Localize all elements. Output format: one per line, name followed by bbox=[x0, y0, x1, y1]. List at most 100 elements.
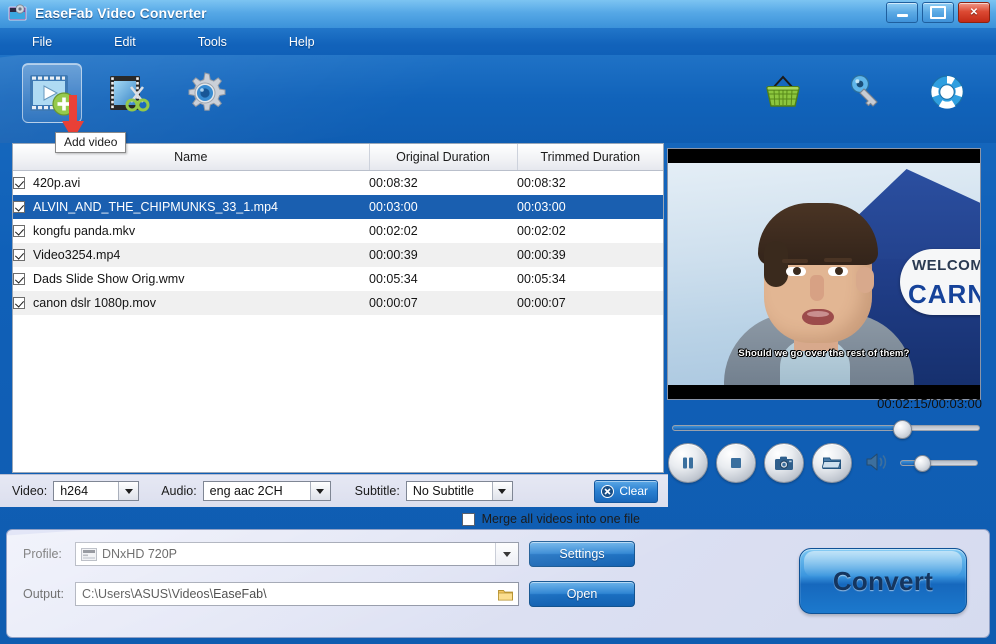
profile-label: Profile: bbox=[23, 547, 62, 561]
volume-button[interactable] bbox=[864, 450, 892, 476]
file-original-duration: 00:05:34 bbox=[369, 267, 517, 291]
audio-select[interactable]: eng aac 2CH bbox=[202, 481, 331, 501]
preview-person-nose bbox=[810, 275, 824, 301]
add-video-tooltip: Add video bbox=[55, 132, 127, 153]
file-name: kongfu panda.mkv bbox=[33, 224, 136, 238]
toolbar bbox=[0, 55, 996, 143]
menu-item-help[interactable]: Help bbox=[279, 32, 325, 52]
gear-icon bbox=[188, 72, 226, 111]
file-name: Video3254.mp4 bbox=[33, 248, 121, 262]
table-row[interactable]: Video3254.mp4 00:00:39 00:00:39 bbox=[13, 243, 663, 267]
bottom-panel: Profile: DNxHD 720P Settings Output: C:\… bbox=[6, 529, 990, 638]
file-list[interactable]: Name Original Duration Trimmed Duration … bbox=[12, 143, 664, 473]
file-original-duration: 00:00:39 bbox=[369, 243, 517, 267]
file-original-duration: 00:03:00 bbox=[369, 195, 517, 219]
minimize-button[interactable] bbox=[886, 2, 918, 23]
output-row: Output: C:\Users\ASUS\Videos\EaseFab\ Op… bbox=[23, 581, 635, 607]
stop-icon bbox=[731, 458, 741, 468]
stream-selector-bar: Video: h264 Audio: eng aac 2CH Subtitle:… bbox=[0, 474, 668, 507]
settings-button[interactable] bbox=[176, 64, 234, 122]
output-path-value: C:\Users\ASUS\Videos\EaseFab\ bbox=[82, 587, 267, 601]
table-row[interactable]: canon dslr 1080p.mov 00:00:07 00:00:07 bbox=[13, 291, 663, 315]
pause-button[interactable] bbox=[668, 443, 708, 483]
video-select[interactable]: h264 bbox=[53, 481, 140, 501]
chevron-down-icon bbox=[309, 482, 330, 500]
row-checkbox[interactable] bbox=[13, 225, 25, 237]
file-trimmed-duration: 00:02:02 bbox=[517, 219, 663, 243]
file-original-duration: 00:08:32 bbox=[369, 170, 517, 195]
volume-handle[interactable] bbox=[914, 455, 931, 472]
camera-icon bbox=[775, 456, 793, 470]
menu-bar: File Edit Tools Help bbox=[0, 28, 996, 56]
speaker-icon bbox=[866, 453, 887, 471]
row-checkbox[interactable] bbox=[13, 201, 25, 213]
register-button[interactable] bbox=[842, 69, 888, 115]
preview-subtitle-text: Should we go over the rest of them? bbox=[738, 348, 910, 359]
window-controls: ✕ bbox=[886, 2, 990, 23]
sign-line-2: CARNIVAL bbox=[908, 279, 980, 309]
subtitle-select[interactable]: No Subtitle bbox=[405, 481, 513, 501]
maximize-button[interactable] bbox=[922, 2, 954, 23]
row-checkbox[interactable] bbox=[13, 273, 25, 285]
column-header-original-duration[interactable]: Original Duration bbox=[369, 144, 518, 171]
stop-button[interactable] bbox=[716, 443, 756, 483]
player-controls bbox=[668, 442, 988, 484]
menu-item-edit[interactable]: Edit bbox=[104, 32, 146, 52]
convert-button[interactable]: Convert bbox=[799, 548, 967, 614]
table-row[interactable]: 420p.avi 00:08:32 00:08:32 bbox=[13, 170, 663, 195]
merge-checkbox[interactable] bbox=[461, 512, 475, 526]
add-video-icon bbox=[30, 75, 76, 116]
preview-person-brow-right bbox=[824, 258, 852, 262]
column-header-trimmed-duration[interactable]: Trimmed Duration bbox=[517, 144, 663, 171]
volume-slider[interactable] bbox=[900, 455, 978, 472]
clear-button[interactable]: Clear bbox=[594, 479, 658, 503]
menu-item-file[interactable]: File bbox=[22, 32, 62, 52]
table-row[interactable]: kongfu panda.mkv 00:02:02 00:02:02 bbox=[13, 219, 663, 243]
edit-video-button[interactable] bbox=[100, 64, 158, 122]
seek-handle[interactable] bbox=[893, 420, 912, 439]
snapshot-button[interactable] bbox=[764, 443, 804, 483]
seek-track bbox=[672, 425, 980, 431]
life-ring-icon bbox=[930, 75, 964, 109]
chevron-down-icon bbox=[495, 543, 518, 565]
menu-item-tools[interactable]: Tools bbox=[188, 32, 237, 52]
row-checkbox[interactable] bbox=[13, 249, 25, 261]
support-button[interactable] bbox=[924, 69, 970, 115]
profile-select[interactable]: DNxHD 720P bbox=[75, 542, 519, 566]
video-preview[interactable]: WELCOME CARNIVAL Should we go over the r… bbox=[667, 148, 981, 400]
sign-line-1: WELCOME bbox=[912, 257, 980, 274]
output-label: Output: bbox=[23, 587, 64, 601]
close-button[interactable]: ✕ bbox=[958, 2, 990, 23]
profile-row: Profile: DNxHD 720P Settings bbox=[23, 541, 635, 567]
browse-folder-icon[interactable] bbox=[498, 588, 513, 601]
chevron-down-icon bbox=[118, 482, 139, 500]
table-row[interactable]: Dads Slide Show Orig.wmv 00:05:34 00:05:… bbox=[13, 267, 663, 291]
row-checkbox[interactable] bbox=[13, 297, 25, 309]
video-label: Video: bbox=[12, 484, 48, 498]
volume-track bbox=[900, 460, 978, 466]
video-value: h264 bbox=[60, 484, 89, 498]
film-scissors-icon bbox=[110, 76, 150, 112]
table-row[interactable]: ALVIN_AND_THE_CHIPMUNKS_33_1.mp4 00:03:0… bbox=[13, 195, 663, 219]
title-bar-left: EaseFab Video Converter bbox=[8, 3, 207, 23]
profile-format-icon bbox=[81, 547, 97, 561]
file-table: Name Original Duration Trimmed Duration … bbox=[13, 144, 663, 315]
open-button[interactable]: Open bbox=[529, 581, 635, 607]
preview-person-pupil-left bbox=[793, 267, 801, 275]
add-video-button[interactable] bbox=[22, 63, 82, 123]
buy-button[interactable] bbox=[760, 69, 806, 115]
preview-carnival-sign: WELCOME CARNIVAL bbox=[900, 249, 980, 315]
row-checkbox[interactable] bbox=[13, 177, 25, 189]
profile-value: DNxHD 720P bbox=[102, 547, 178, 561]
subtitle-label: Subtitle: bbox=[354, 484, 400, 498]
settings-action-button[interactable]: Settings bbox=[529, 541, 635, 567]
convert-label: Convert bbox=[832, 565, 934, 596]
open-folder-button[interactable] bbox=[812, 443, 852, 483]
key-icon bbox=[850, 74, 878, 107]
app-logo-icon bbox=[8, 3, 28, 23]
seek-slider[interactable] bbox=[672, 420, 980, 439]
file-name: ALVIN_AND_THE_CHIPMUNKS_33_1.mp4 bbox=[33, 200, 279, 214]
clear-circle-x-icon bbox=[601, 484, 615, 498]
toolbar-left-group bbox=[22, 63, 234, 123]
output-path-field[interactable]: C:\Users\ASUS\Videos\EaseFab\ bbox=[75, 582, 519, 606]
